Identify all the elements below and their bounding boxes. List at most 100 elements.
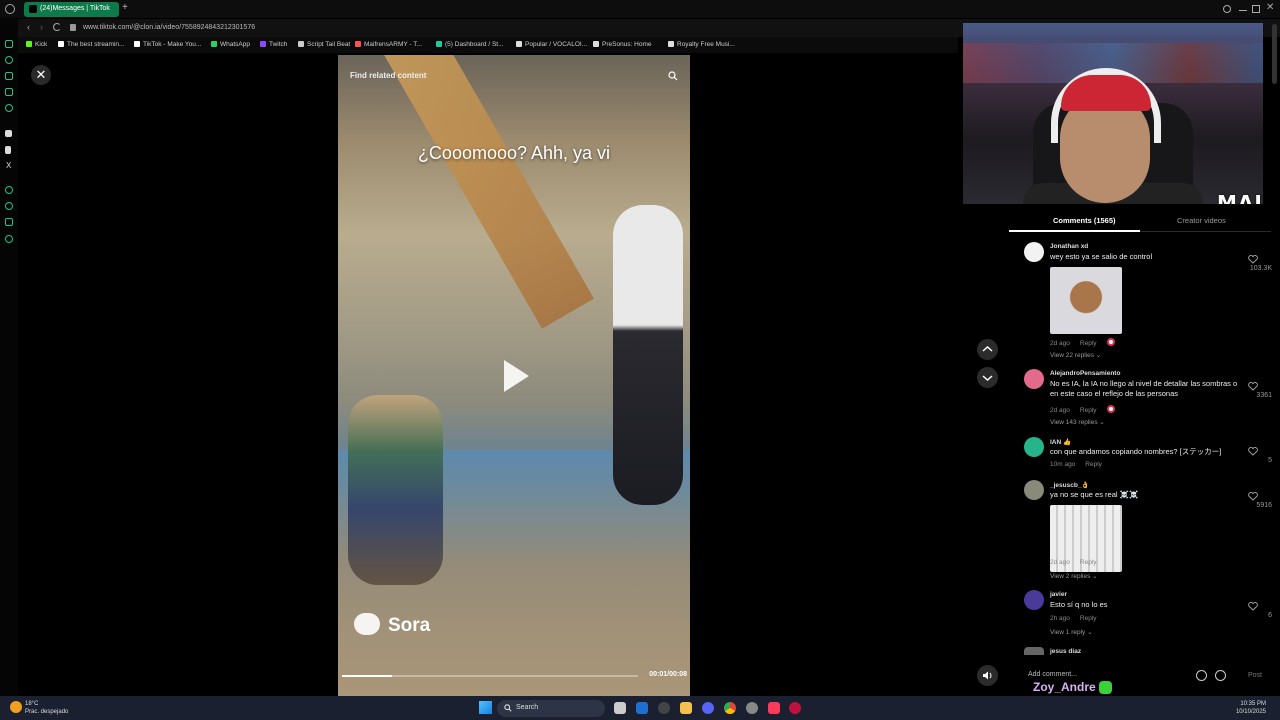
messenger-icon[interactable] [5,40,13,48]
find-related-content[interactable]: Find related content [350,71,426,80]
tab-comments[interactable]: Comments (1565) [1053,216,1116,225]
chrome-icon[interactable] [724,702,736,714]
tab-tiktok-messages[interactable]: (24)Messages | TikTok [24,2,119,17]
player-icon[interactable] [5,186,13,194]
x-icon[interactable]: X [6,161,11,170]
bookmark-item[interactable]: The best streamin... [58,41,124,48]
emoji-icon[interactable] [1215,670,1226,681]
previous-video-button[interactable] [977,339,998,360]
settings-icon[interactable] [5,235,13,243]
app-icon[interactable] [5,130,12,137]
bookmark-item[interactable]: (5) Dashboard / St... [436,41,504,48]
comment-image[interactable] [1050,267,1122,334]
comment-text: Esto sí q no lo es [1050,600,1108,609]
forward-icon[interactable]: › [40,22,43,32]
back-icon[interactable]: ‹ [27,22,30,32]
comment-time: 2d ago [1050,559,1070,566]
avatar[interactable] [1024,437,1044,457]
heart-icon[interactable] [1248,602,1258,611]
bookmark-item[interactable]: MaifrensARMY - T... [355,41,422,48]
chatgpt-icon[interactable] [658,702,670,714]
tab-creator-videos[interactable]: Creator videos [1177,216,1226,225]
bookmark-favicon-icon [58,41,64,47]
opera-icon[interactable] [789,702,801,714]
video-player[interactable]: Find related content ¿Cooomooo? Ahh, ya … [338,55,690,696]
play-icon[interactable] [501,358,531,394]
like-count: 103.3K [1249,265,1272,272]
maximize-icon[interactable] [1252,5,1260,13]
view-replies-button[interactable]: View 1 reply ⌄ [1050,628,1093,636]
bookmark-item[interactable]: Kick [26,41,47,48]
search-tabs-icon[interactable] [1223,5,1231,13]
taskbar-search[interactable]: Search [497,700,605,717]
close-window-icon[interactable]: ✕ [1266,2,1274,13]
mention-icon[interactable] [1196,670,1207,681]
bookmark-item[interactable]: Popular / VOCALOI... [516,41,587,48]
comment-username[interactable]: Jonathan xd [1050,243,1088,250]
view-replies-button[interactable]: View 22 replies ⌄ [1050,351,1101,359]
search-icon[interactable] [668,71,678,81]
scrollbar[interactable] [1272,24,1277,84]
comment-text: No es IA, la IA no llego al nivel de det… [1050,379,1238,398]
comment-username[interactable]: AlejandroPensamiento [1050,370,1120,377]
file-explorer-icon[interactable] [680,702,692,714]
comment-username[interactable]: IAN 👍 [1050,438,1071,446]
clock-icon[interactable] [5,202,13,210]
heart-icon[interactable] [1248,492,1258,501]
heart-icon[interactable] [1248,255,1258,264]
bookmark-favicon-icon [211,41,217,47]
avatar[interactable] [1024,647,1044,655]
chevron-up-icon [982,345,993,352]
avatar[interactable] [1024,480,1044,500]
url-field[interactable]: www.tiktok.com/@clon.ia/video/7558924843… [83,24,255,31]
avatar[interactable] [1024,242,1044,262]
close-video-button[interactable]: ✕ [31,65,51,85]
bookmark-item[interactable]: WhatsApp [211,41,250,48]
avatar[interactable] [1024,369,1044,389]
sidebar-rail: X [0,18,18,696]
bookmark-item[interactable]: PreSonus: Home [593,41,652,48]
settings-taskbar-icon[interactable] [746,702,758,714]
reply-button[interactable]: Reply [1080,340,1097,347]
comment-input[interactable]: Add comment... [1028,671,1077,678]
bookmark-item[interactable]: Twitch [260,41,287,48]
avatar[interactable] [1024,590,1044,610]
browser-menu-icon[interactable] [5,4,15,14]
video-progress-bar[interactable] [342,675,638,677]
view-replies-button[interactable]: View 143 replies ⌄ [1050,418,1105,426]
task-view-icon[interactable] [614,702,626,714]
whatsapp-icon[interactable] [5,104,13,112]
outlook-icon[interactable] [636,702,648,714]
heart-icon[interactable] [1248,382,1258,391]
volume-button[interactable] [977,665,998,686]
post-button[interactable]: Post [1248,672,1262,679]
bookmark-favicon-icon [26,41,32,47]
discord-icon[interactable] [702,702,714,714]
heart-icon[interactable] [1248,447,1258,456]
bag-icon[interactable] [5,72,13,80]
reload-icon[interactable] [53,23,61,31]
comment-username[interactable]: javier [1050,591,1067,598]
lock-icon [70,24,76,31]
bookmark-item[interactable]: Script Tail Beat [298,41,350,48]
bookmark-favicon-icon [516,41,522,47]
reply-button[interactable]: Reply [1080,559,1097,566]
reply-button[interactable]: Reply [1080,615,1097,622]
chat-icon[interactable] [5,218,13,226]
bookmark-item[interactable]: Royalty Free Musi... [668,41,735,48]
view-replies-button[interactable]: View 2 replies ⌄ [1050,572,1098,580]
history-icon[interactable] [5,56,13,64]
clock[interactable]: 10:35 PM 10/10/2025 [1236,700,1266,716]
music-icon[interactable] [768,702,780,714]
bookmark-item[interactable]: TikTok - Make You... [134,41,201,48]
minimize-icon[interactable] [1239,10,1247,11]
tiktok-sidebar-icon[interactable] [5,146,11,154]
reply-button[interactable]: Reply [1080,407,1097,414]
start-button[interactable] [479,701,492,714]
new-tab-button[interactable]: + [122,2,128,13]
notes-icon[interactable] [5,88,13,96]
comment-username[interactable]: jesus diaz [1050,648,1081,655]
comment-username[interactable]: _jesuscb_👌 [1050,481,1090,489]
reply-button[interactable]: Reply [1085,461,1102,468]
next-video-button[interactable] [977,367,998,388]
